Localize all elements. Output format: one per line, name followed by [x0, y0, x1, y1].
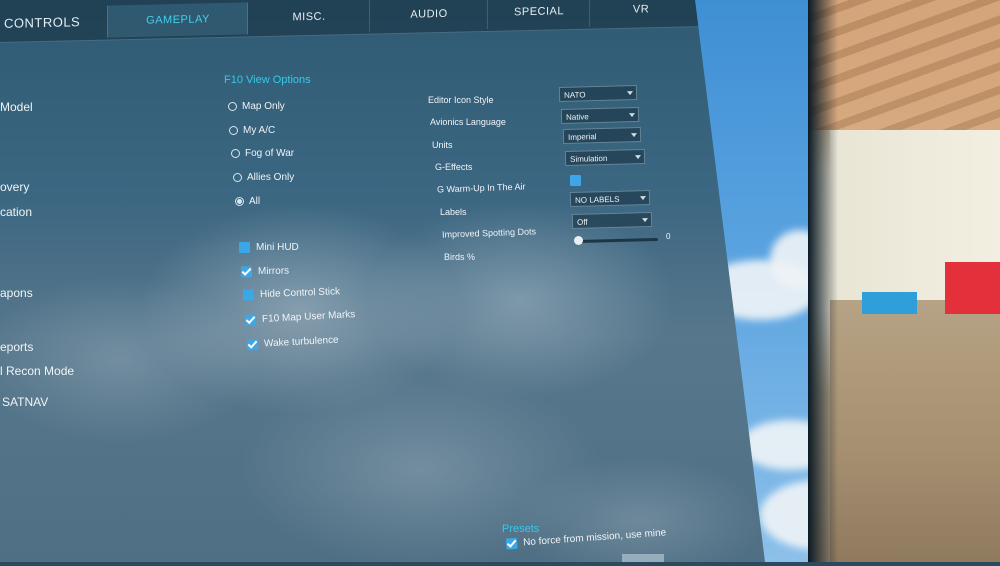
dropdown-value: Imperial	[567, 132, 597, 142]
left-list-item[interactable]: eports	[0, 340, 33, 354]
radio-label: Allies Only	[247, 172, 295, 183]
tab-bar: CONTROLS GAMEPLAY MISC. AUDIO SPECIAL VR	[0, 0, 700, 44]
radio-all[interactable]: All	[235, 196, 260, 207]
hangar-floor	[830, 300, 1000, 562]
red-container	[945, 262, 1000, 314]
radio-circle-icon	[233, 173, 242, 182]
labels-dropdown[interactable]: NO LABELS	[569, 189, 651, 208]
units-label: Units	[432, 140, 453, 150]
left-list-item[interactable]: SATNAV	[2, 395, 48, 409]
panel-shadow-edge	[808, 0, 838, 562]
checkmark-icon	[244, 314, 257, 326]
tab-gameplay[interactable]: GAMEPLAY	[107, 2, 248, 38]
checkbox-hide-control-stick[interactable]: Hide Control Stick	[242, 286, 341, 301]
tab-controls[interactable]: CONTROLS	[0, 6, 109, 40]
g-warmup-checkbox[interactable]	[570, 175, 581, 186]
spotting-dots-label: Improved Spotting Dots	[441, 226, 537, 240]
tab-vr[interactable]: VR	[589, 0, 692, 27]
birds-slider[interactable]	[575, 237, 659, 244]
checkbox-mirrors[interactable]: Mirrors	[240, 265, 290, 278]
radio-label: All	[249, 196, 261, 207]
left-list-item[interactable]: cation	[0, 205, 32, 219]
radio-fog-of-war[interactable]: Fog of War	[231, 148, 294, 159]
radio-label: Fog of War	[245, 148, 295, 159]
checkbox-icon	[242, 289, 255, 301]
dropdown-value: NO LABELS	[574, 194, 620, 205]
g-effects-label: G-Effects	[435, 162, 473, 172]
dropdown-value: Native	[565, 112, 589, 122]
checkbox-label: Mirrors	[257, 265, 290, 278]
labels-label: Labels	[440, 207, 467, 217]
chevron-down-icon	[639, 196, 647, 201]
chevron-down-icon	[641, 218, 649, 223]
checkbox-icon	[239, 242, 250, 253]
blue-container	[862, 292, 917, 314]
checkbox-mini-hud[interactable]: Mini HUD	[239, 242, 299, 253]
chevron-down-icon	[626, 91, 634, 96]
radio-circle-icon	[231, 149, 240, 158]
g-warmup-label: G Warm-Up In The Air	[436, 181, 526, 195]
checkmark-icon	[246, 338, 259, 351]
checkbox-label: No force from mission, use mine	[522, 527, 667, 549]
f10-view-options-title: F10 View Options	[224, 74, 311, 86]
avionics-language-dropdown[interactable]: Native	[560, 106, 640, 125]
tab-misc[interactable]: MISC.	[247, 0, 370, 35]
radio-label: Map Only	[242, 101, 285, 112]
left-list-item[interactable]: apons	[0, 286, 33, 300]
units-dropdown[interactable]: Imperial	[562, 126, 642, 145]
radio-map-only[interactable]: Map Only	[228, 101, 285, 112]
checkbox-label: Mini HUD	[256, 242, 299, 253]
spotting-dots-dropdown[interactable]: Off	[571, 211, 653, 230]
radio-circle-icon	[228, 102, 237, 111]
g-effects-dropdown[interactable]: Simulation	[564, 148, 646, 167]
dropdown-value: NATO	[563, 90, 586, 100]
checkbox-label: Wake turbulence	[263, 334, 339, 350]
editor-icon-style-dropdown[interactable]: NATO	[558, 84, 638, 103]
presets-button[interactable]	[622, 554, 664, 562]
dropdown-value: Off	[576, 217, 588, 227]
editor-icon-style-label: Editor Icon Style	[428, 95, 494, 105]
left-list-item[interactable]: l Recon Mode	[0, 364, 74, 378]
chevron-down-icon	[628, 113, 636, 118]
radio-my-ac[interactable]: My A/C	[229, 125, 275, 136]
chevron-down-icon	[634, 155, 642, 160]
checkbox-wake-turbulence[interactable]: Wake turbulence	[246, 334, 339, 351]
presets-title: Presets	[502, 523, 540, 535]
options-panel: CONTROLS GAMEPLAY MISC. AUDIO SPECIAL VR…	[0, 0, 765, 562]
left-list-item[interactable]: overy	[0, 180, 29, 194]
avionics-language-label: Avionics Language	[430, 117, 506, 127]
tab-audio[interactable]: AUDIO	[369, 0, 488, 32]
checkmark-icon	[240, 266, 253, 278]
radio-selected-icon	[235, 197, 244, 206]
radio-label: My A/C	[243, 125, 276, 136]
radio-allies-only[interactable]: Allies Only	[233, 172, 294, 183]
checkbox-label: Hide Control Stick	[259, 286, 341, 301]
checkbox-f10-map-user-marks[interactable]: F10 Map User Marks	[244, 309, 356, 326]
checkbox-label: F10 Map User Marks	[261, 309, 356, 325]
radio-circle-icon	[229, 126, 238, 135]
checkmark-icon	[505, 537, 518, 550]
birds-value: 0	[666, 232, 671, 241]
chevron-down-icon	[630, 133, 638, 138]
birds-slider-handle[interactable]	[574, 236, 583, 245]
birds-label: Birds %	[444, 252, 476, 262]
left-list-item[interactable]: Model	[0, 100, 33, 114]
dropdown-value: Simulation	[569, 153, 608, 164]
tab-special[interactable]: SPECIAL	[487, 0, 590, 29]
